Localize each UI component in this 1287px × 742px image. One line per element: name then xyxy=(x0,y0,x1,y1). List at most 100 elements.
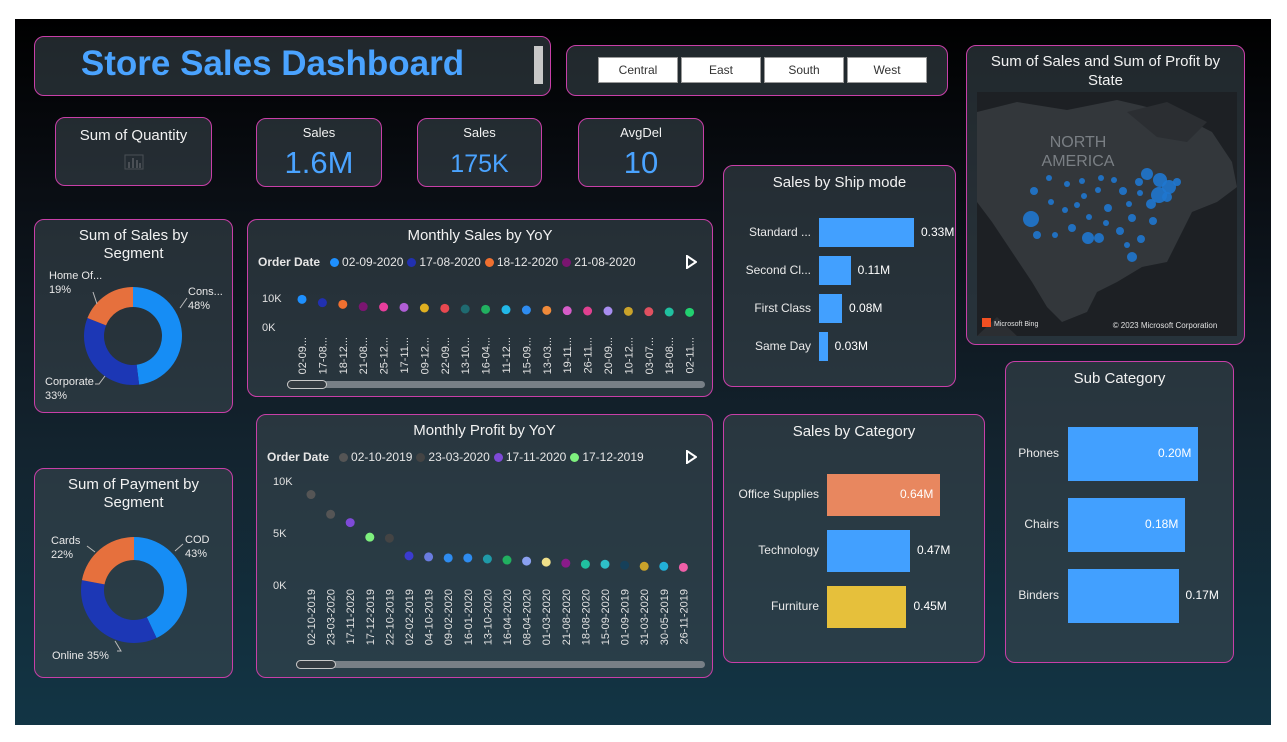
state-bubble[interactable] xyxy=(1128,214,1136,222)
data-point[interactable] xyxy=(365,532,375,542)
data-point[interactable] xyxy=(521,305,531,315)
data-point[interactable] xyxy=(463,553,473,563)
map-visual[interactable]: NORTH AMERICA Microsoft Bing © 2023 Micr… xyxy=(977,92,1237,336)
data-point[interactable] xyxy=(502,555,512,565)
horizontal-scrollbar[interactable] xyxy=(287,380,705,389)
donut-slice[interactable] xyxy=(81,580,157,643)
data-point[interactable] xyxy=(542,305,552,315)
data-point[interactable] xyxy=(440,303,450,313)
data-point[interactable] xyxy=(600,559,610,569)
state-bubble[interactable] xyxy=(1126,201,1132,207)
data-point[interactable] xyxy=(664,307,674,317)
data-point[interactable] xyxy=(561,558,571,568)
data-point[interactable] xyxy=(501,305,511,315)
state-bubble[interactable] xyxy=(1086,214,1092,220)
data-point[interactable] xyxy=(659,561,669,571)
bar[interactable] xyxy=(827,586,907,628)
state-bubble[interactable] xyxy=(1127,252,1137,262)
state-bubble[interactable] xyxy=(1135,178,1143,186)
horizontal-scrollbar[interactable] xyxy=(296,660,705,669)
donut-slice[interactable] xyxy=(133,287,183,385)
data-point[interactable] xyxy=(620,560,630,570)
data-point[interactable] xyxy=(623,306,633,316)
data-point[interactable] xyxy=(482,554,492,564)
state-bubble[interactable] xyxy=(1098,175,1104,181)
data-point[interactable] xyxy=(358,302,368,312)
state-bubble[interactable] xyxy=(1116,227,1124,235)
state-bubble[interactable] xyxy=(1137,190,1143,196)
slicer-east-button[interactable]: East xyxy=(681,57,761,83)
data-point[interactable] xyxy=(481,304,491,314)
bar[interactable] xyxy=(819,256,851,285)
data-point[interactable] xyxy=(685,307,695,317)
segment-donut-chart[interactable]: Cons... 48% Corporate 33% Home Of... 19% xyxy=(35,220,234,414)
donut-slice[interactable] xyxy=(87,287,133,326)
data-point[interactable] xyxy=(460,304,470,314)
state-bubble[interactable] xyxy=(1095,187,1101,193)
data-point[interactable] xyxy=(399,302,409,312)
donut-slice[interactable] xyxy=(81,537,134,585)
data-point[interactable] xyxy=(404,551,414,561)
bar[interactable] xyxy=(1068,569,1179,623)
data-point[interactable] xyxy=(580,559,590,569)
slicer-west-button[interactable]: West xyxy=(847,57,927,83)
state-bubble[interactable] xyxy=(1137,235,1145,243)
data-point[interactable] xyxy=(338,299,348,309)
state-bubble[interactable] xyxy=(1094,233,1104,243)
scrollbar-thumb[interactable] xyxy=(296,660,336,669)
data-point[interactable] xyxy=(443,553,453,563)
state-bubble[interactable] xyxy=(1023,211,1039,227)
data-point[interactable] xyxy=(379,302,389,312)
bar[interactable] xyxy=(827,530,910,572)
data-point[interactable] xyxy=(384,533,394,543)
slicer-central-button[interactable]: Central xyxy=(598,57,678,83)
state-bubble[interactable] xyxy=(1074,202,1080,208)
state-bubble[interactable] xyxy=(1119,187,1127,195)
state-bubble[interactable] xyxy=(1111,177,1117,183)
map-card[interactable]: Sum of Sales and Sum of Profit by State … xyxy=(966,45,1245,345)
bar[interactable] xyxy=(819,218,914,247)
state-bubble[interactable] xyxy=(1064,181,1070,187)
state-bubble[interactable] xyxy=(1030,187,1038,195)
data-point[interactable] xyxy=(639,561,649,571)
state-bubble[interactable] xyxy=(1062,207,1068,213)
data-point[interactable] xyxy=(541,557,551,567)
data-point[interactable] xyxy=(306,490,316,500)
data-point[interactable] xyxy=(326,509,336,519)
slice-label: Cards xyxy=(51,535,81,547)
donut-slice[interactable] xyxy=(84,317,140,385)
data-point[interactable] xyxy=(644,307,654,317)
data-point[interactable] xyxy=(562,306,572,316)
slicer-south-button[interactable]: South xyxy=(764,57,844,83)
state-bubble[interactable] xyxy=(1046,175,1052,181)
data-point[interactable] xyxy=(345,518,355,528)
bar[interactable] xyxy=(819,294,843,323)
data-point[interactable] xyxy=(678,562,688,572)
state-bubble[interactable] xyxy=(1146,199,1156,209)
state-bubble[interactable] xyxy=(1104,204,1112,212)
data-point[interactable] xyxy=(297,294,307,304)
state-bubble[interactable] xyxy=(1068,224,1076,232)
data-point[interactable] xyxy=(603,306,613,316)
state-bubble[interactable] xyxy=(1141,168,1153,180)
data-point[interactable] xyxy=(317,298,327,308)
state-bubble[interactable] xyxy=(1124,242,1130,248)
data-point[interactable] xyxy=(583,306,593,316)
payment-donut-chart[interactable]: COD 43% Online 35% Cards 22% xyxy=(35,469,234,679)
state-bubble[interactable] xyxy=(1052,232,1058,238)
state-bubble[interactable] xyxy=(1048,199,1054,205)
state-bubble[interactable] xyxy=(1081,193,1087,199)
state-bubble[interactable] xyxy=(1173,178,1181,186)
state-bubble[interactable] xyxy=(1082,232,1094,244)
sales-scatter-plot[interactable]: 10K 0K 02-09... 17-08... 18-12... 21-08... 25-… xyxy=(248,220,714,398)
state-bubble[interactable] xyxy=(1103,220,1109,226)
bar[interactable] xyxy=(819,332,828,361)
profit-scatter-plot[interactable]: 10K 5K 0K 02-10-2019 23-03-2020 17-11-2020 17-… xyxy=(257,415,714,679)
data-point[interactable] xyxy=(522,556,532,566)
state-bubble[interactable] xyxy=(1149,217,1157,225)
scrollbar-thumb[interactable] xyxy=(287,380,327,389)
state-bubble[interactable] xyxy=(1033,231,1041,239)
data-point[interactable] xyxy=(419,303,429,313)
state-bubble[interactable] xyxy=(1079,178,1085,184)
data-point[interactable] xyxy=(424,552,434,562)
